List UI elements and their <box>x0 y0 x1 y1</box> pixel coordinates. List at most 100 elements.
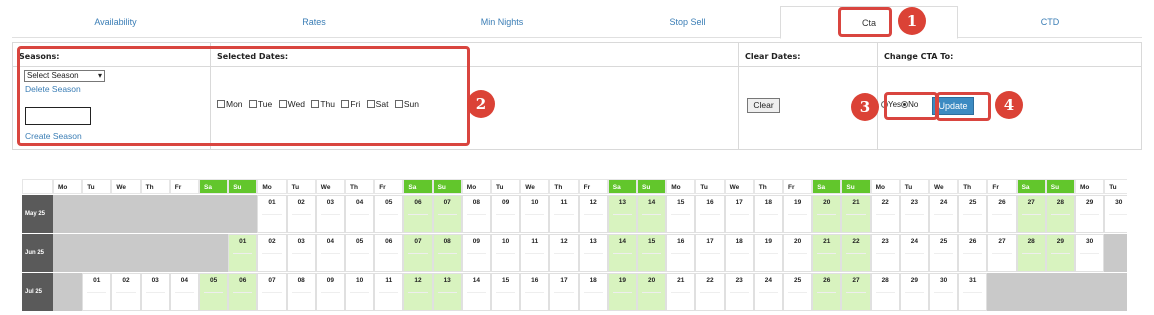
calendar-day-cell[interactable]: 12 <box>403 273 433 311</box>
calendar-day-cell[interactable]: 11 <box>520 234 550 272</box>
checkbox[interactable] <box>394 100 403 108</box>
calendar-day-cell[interactable]: 11 <box>374 273 404 311</box>
calendar-day-cell[interactable]: 16 <box>666 234 696 272</box>
calendar-day-cell[interactable]: 19 <box>783 195 813 233</box>
calendar-day-cell[interactable]: 06 <box>374 234 404 272</box>
calendar-day-cell[interactable]: 09 <box>491 195 521 233</box>
clear-button[interactable]: Clear <box>747 98 780 113</box>
calendar-day-cell[interactable]: 05 <box>199 273 229 311</box>
tab-min-nights[interactable]: Min Nights <box>409 6 595 38</box>
calendar-day-cell[interactable]: 15 <box>637 234 667 272</box>
calendar-day-cell[interactable]: 08 <box>461 195 491 233</box>
new-season-input[interactable] <box>25 107 91 125</box>
calendar-day-cell[interactable]: 19 <box>753 234 783 272</box>
weekday-option-mon[interactable]: Mon <box>217 99 243 109</box>
calendar-day-cell[interactable]: 24 <box>929 195 959 233</box>
calendar-day-cell[interactable]: 04 <box>315 234 345 272</box>
weekday-option-wed[interactable]: Wed <box>278 99 305 109</box>
calendar-day-cell[interactable]: 27 <box>841 273 871 311</box>
calendar-day-cell[interactable]: 30 <box>1075 234 1105 272</box>
calendar-day-cell[interactable]: 15 <box>491 273 521 311</box>
calendar-day-cell[interactable]: 05 <box>374 195 404 233</box>
calendar-day-cell[interactable]: 17 <box>695 234 725 272</box>
calendar-day-cell[interactable]: 13 <box>432 273 462 311</box>
calendar-day-cell[interactable]: 17 <box>724 195 754 233</box>
weekday-option-thu[interactable]: Thu <box>311 99 335 109</box>
delete-season-link[interactable]: Delete Season <box>25 84 81 94</box>
checkbox[interactable] <box>217 100 225 108</box>
calendar-day-cell[interactable]: 21 <box>841 195 871 233</box>
calendar-day-cell[interactable]: 13 <box>578 234 608 272</box>
calendar-day-cell[interactable]: 16 <box>520 273 550 311</box>
calendar-day-cell[interactable]: 06 <box>228 273 258 311</box>
calendar-day-cell[interactable]: 26 <box>958 234 988 272</box>
calendar-day-cell[interactable]: 23 <box>899 195 929 233</box>
calendar-day-cell[interactable]: 20 <box>812 195 842 233</box>
tab-cta[interactable]: Cta <box>780 6 958 39</box>
calendar-day-cell[interactable]: 18 <box>578 273 608 311</box>
calendar-day-cell[interactable]: 26 <box>812 273 842 311</box>
season-select[interactable]: Select Season ▾ <box>24 70 105 82</box>
checkbox[interactable] <box>278 100 287 108</box>
calendar-day-cell[interactable]: 12 <box>578 195 608 233</box>
update-button[interactable]: Update <box>932 97 974 115</box>
calendar-day-cell[interactable]: 25 <box>929 234 959 272</box>
calendar-day-cell[interactable]: 10 <box>345 273 375 311</box>
calendar-day-cell[interactable]: 10 <box>520 195 550 233</box>
tab-stop-sell[interactable]: Stop Sell <box>595 6 780 38</box>
weekday-option-sun[interactable]: Sun <box>394 99 419 109</box>
calendar-day-cell[interactable]: 20 <box>637 273 667 311</box>
tab-ctd[interactable]: CTD <box>958 6 1142 38</box>
calendar-day-cell[interactable]: 12 <box>549 234 579 272</box>
calendar-day-cell[interactable]: 21 <box>812 234 842 272</box>
calendar-day-cell[interactable]: 10 <box>491 234 521 272</box>
calendar-day-cell[interactable]: 31 <box>958 273 988 311</box>
calendar-day-cell[interactable]: 25 <box>783 273 813 311</box>
calendar-day-cell[interactable]: 01 <box>82 273 112 311</box>
cta-no-radio[interactable] <box>901 101 909 108</box>
calendar-day-cell[interactable]: 30 <box>929 273 959 311</box>
calendar-day-cell[interactable]: 08 <box>286 273 316 311</box>
calendar-day-cell[interactable]: 09 <box>315 273 345 311</box>
calendar-day-cell[interactable]: 07 <box>403 234 433 272</box>
calendar-day-cell[interactable]: 04 <box>169 273 199 311</box>
checkbox[interactable] <box>311 100 320 108</box>
calendar-day-cell[interactable]: 06 <box>403 195 433 233</box>
calendar-day-cell[interactable]: 16 <box>695 195 725 233</box>
calendar-day-cell[interactable]: 14 <box>637 195 667 233</box>
calendar-day-cell[interactable]: 02 <box>257 234 287 272</box>
calendar-day-cell[interactable]: 20 <box>783 234 813 272</box>
calendar-day-cell[interactable]: 08 <box>432 234 462 272</box>
calendar-day-cell[interactable]: 28 <box>1045 195 1075 233</box>
calendar-day-cell[interactable]: 18 <box>753 195 783 233</box>
calendar-day-cell[interactable]: 07 <box>432 195 462 233</box>
calendar-day-cell[interactable]: 01 <box>257 195 287 233</box>
calendar-day-cell[interactable]: 23 <box>724 273 754 311</box>
calendar-day-cell[interactable]: 02 <box>286 195 316 233</box>
calendar-day-cell[interactable]: 29 <box>899 273 929 311</box>
calendar-day-cell[interactable]: 14 <box>607 234 637 272</box>
calendar-day-cell[interactable]: 27 <box>1016 195 1046 233</box>
checkbox[interactable] <box>341 100 350 108</box>
calendar-day-cell[interactable]: 02 <box>111 273 141 311</box>
tab-rates[interactable]: Rates <box>219 6 409 38</box>
weekday-option-fri[interactable]: Fri <box>341 99 360 109</box>
calendar-day-cell[interactable]: 14 <box>461 273 491 311</box>
calendar-day-cell[interactable]: 21 <box>666 273 696 311</box>
checkbox[interactable] <box>366 100 375 108</box>
calendar-day-cell[interactable]: 17 <box>549 273 579 311</box>
calendar-day-cell[interactable]: 24 <box>899 234 929 272</box>
calendar-day-cell[interactable]: 15 <box>666 195 696 233</box>
calendar-day-cell[interactable]: 28 <box>870 273 900 311</box>
calendar-day-cell[interactable]: 26 <box>987 195 1017 233</box>
cta-yes-radio[interactable] <box>881 101 888 108</box>
calendar-day-cell[interactable]: 29 <box>1075 195 1105 233</box>
calendar-day-cell[interactable]: 30 <box>1104 195 1127 233</box>
calendar-day-cell[interactable]: 19 <box>607 273 637 311</box>
calendar-day-cell[interactable]: 03 <box>140 273 170 311</box>
tab-availability[interactable]: Availability <box>12 6 219 38</box>
calendar-day-cell[interactable]: 22 <box>695 273 725 311</box>
calendar-day-cell[interactable]: 22 <box>870 195 900 233</box>
calendar-day-cell[interactable]: 09 <box>461 234 491 272</box>
calendar-day-cell[interactable]: 23 <box>870 234 900 272</box>
